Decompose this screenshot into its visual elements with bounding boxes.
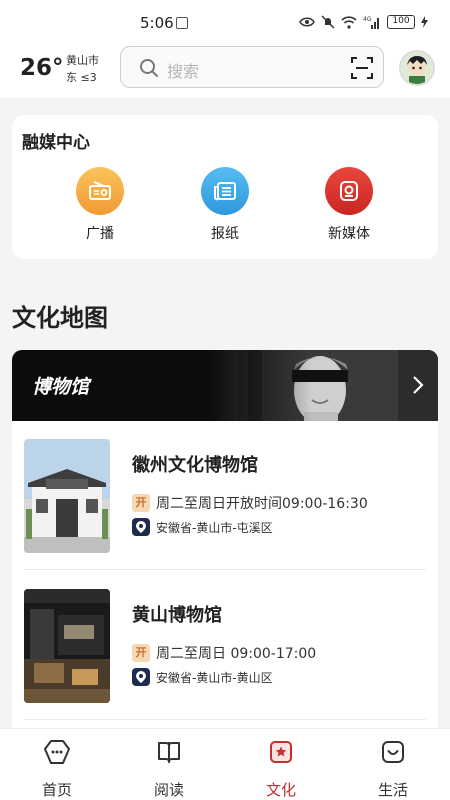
nav-label: 文化 — [265, 781, 296, 799]
life-icon — [382, 741, 404, 763]
culture-icon — [270, 741, 292, 763]
museum-address: 安徽省-黄山市-黄山区 — [156, 671, 273, 685]
search-placeholder: 搜索 — [167, 62, 200, 81]
newspaper-icon — [201, 167, 249, 215]
museum-thumbnail — [24, 589, 110, 703]
battery-indicator: 100 — [387, 15, 415, 29]
status-icons: 4G 100 — [299, 12, 428, 32]
nav-label: 首页 — [41, 781, 72, 799]
media-item-radio[interactable]: 广播 — [60, 167, 140, 243]
media-item-newspaper[interactable]: 报纸 — [185, 167, 265, 243]
location-icon — [132, 668, 150, 686]
nav-item-culture[interactable]: 文化 — [251, 739, 311, 800]
museum-name: 徽州文化博物馆 — [132, 455, 258, 476]
statue-image — [208, 350, 438, 421]
museum-list-item[interactable]: 徽州文化博物馆 开 周二至周日开放时间09:00-16:30 安徽省-黄山市-屯… — [24, 439, 426, 579]
museum-address: 安徽省-黄山市-屯溪区 — [156, 521, 273, 535]
scan-icon[interactable] — [351, 57, 373, 79]
home-icon — [44, 740, 70, 764]
media-center-title: 融媒中心 — [22, 133, 90, 153]
new-media-icon — [325, 167, 373, 215]
museum-name: 黄山博物馆 — [132, 605, 222, 626]
media-item-new-media[interactable]: 新媒体 — [309, 167, 389, 243]
divider — [24, 719, 426, 720]
book-icon — [158, 742, 180, 763]
nav-item-read[interactable]: 阅读 — [139, 739, 199, 800]
avatar[interactable] — [399, 50, 435, 86]
open-hours-icon: 开 — [132, 644, 150, 662]
museum-list-item[interactable]: 黄山博物馆 开 周二至周日 09:00-17:00 安徽省-黄山市-黄山区 — [24, 589, 426, 729]
divider — [24, 569, 426, 570]
museum-thumbnail — [24, 439, 110, 553]
museum-banner-title: 博物馆 — [32, 376, 90, 398]
media-center-card: 融媒中心 广播 报纸 新媒体 — [12, 115, 438, 259]
signal-icon: 4G — [363, 16, 379, 29]
mute-icon — [321, 15, 335, 29]
radio-icon — [76, 167, 124, 215]
search-icon — [140, 59, 158, 77]
museum-banner[interactable]: 博物馆 — [12, 350, 438, 421]
weather-city: 黄山市 — [66, 54, 99, 67]
location-icon — [132, 518, 150, 536]
chevron-right-icon — [413, 376, 424, 394]
media-item-label: 报纸 — [211, 226, 239, 242]
eye-icon — [299, 17, 315, 27]
media-item-label: 新媒体 — [328, 226, 370, 242]
bottom-nav: 首页 阅读 文化 生活 — [0, 728, 450, 800]
weather-wind: 东 ≤3 — [66, 71, 97, 84]
museum-card: 博物馆 徽州文化博物馆 开 周二至周日开放时间09:00-16:30 安徽省-黄… — [12, 350, 438, 740]
svg-text:4G: 4G — [363, 16, 372, 23]
nav-item-home[interactable]: 首页 — [27, 739, 87, 800]
status-time: 5:06 — [140, 14, 174, 32]
media-item-label: 广播 — [86, 226, 114, 242]
search-input[interactable]: 搜索 — [120, 46, 384, 88]
temperature: 26° — [20, 55, 64, 81]
nav-label: 生活 — [377, 781, 408, 799]
status-bar: 5:06 4G 100 — [0, 0, 450, 42]
section-title-culture-map: 文化地图 — [12, 304, 108, 332]
nav-label: 阅读 — [153, 781, 184, 799]
charging-icon — [421, 16, 428, 28]
wifi-icon — [341, 15, 357, 29]
notification-icon — [176, 17, 188, 29]
open-hours-icon: 开 — [132, 494, 150, 512]
header: 26° 黄山市 东 ≤3 搜索 — [0, 42, 450, 98]
museum-hours: 周二至周日开放时间09:00-16:30 — [156, 496, 368, 512]
avatar-image — [401, 52, 433, 84]
museum-hours: 周二至周日 09:00-17:00 — [156, 646, 317, 662]
nav-item-life[interactable]: 生活 — [363, 739, 423, 800]
